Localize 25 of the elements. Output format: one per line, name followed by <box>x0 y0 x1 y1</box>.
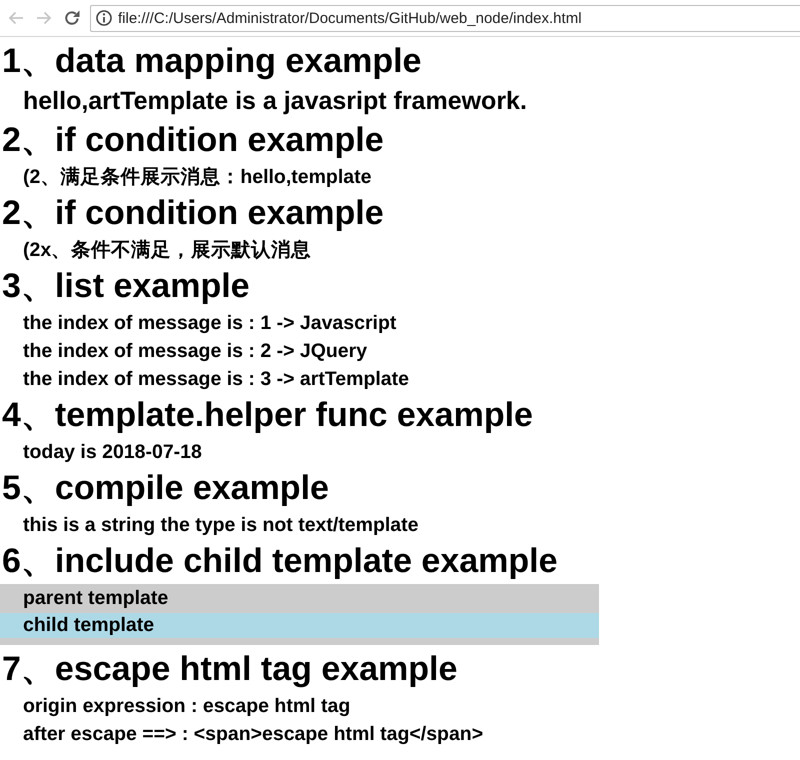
output-text: this is a string the type is not text/template <box>22 513 420 538</box>
section-heading: 7、escape html tag example <box>1 649 458 690</box>
section-heading: 6、include child template example <box>1 541 559 582</box>
section-heading: 3、list example <box>1 266 251 307</box>
output-text: the index of message is : 3 -> artTemplate <box>22 367 410 392</box>
section-heading: 1、data mapping example <box>1 41 422 82</box>
output-text: hello,artTemplate is a javasript framework. <box>22 86 528 117</box>
output-text: (2、满足条件展示消息：hello,template <box>22 165 372 190</box>
section-heading: 2、if condition example <box>1 120 385 161</box>
output-text: the index of message is : 1 -> Javascript <box>22 311 398 336</box>
output-text: origin expression : escape html tag <box>22 694 352 719</box>
output-text: (2x、条件不满足，展示默认消息 <box>22 238 312 263</box>
address-bar[interactable]: file:///C:/Users/Administrator/Documents/GitHub/web_node/index.html <box>90 4 800 32</box>
right-arrow-icon <box>36 10 52 26</box>
left-arrow-icon <box>8 10 24 26</box>
parent-template-text: parent template <box>22 586 170 611</box>
section-heading: 2、if condition example <box>1 193 385 234</box>
output-text: the index of message is : 2 -> JQuery <box>22 339 368 364</box>
section-heading: 5、compile example <box>1 468 330 509</box>
child-template-block: child template <box>0 613 599 638</box>
output-text: today is 2018-07-18 <box>22 440 203 465</box>
reload-icon <box>64 10 80 26</box>
output-text: after escape ==> : <span>escape html tag</span> <box>22 722 484 747</box>
info-icon <box>96 10 112 26</box>
section-heading: 4、template.helper func example <box>1 395 534 436</box>
